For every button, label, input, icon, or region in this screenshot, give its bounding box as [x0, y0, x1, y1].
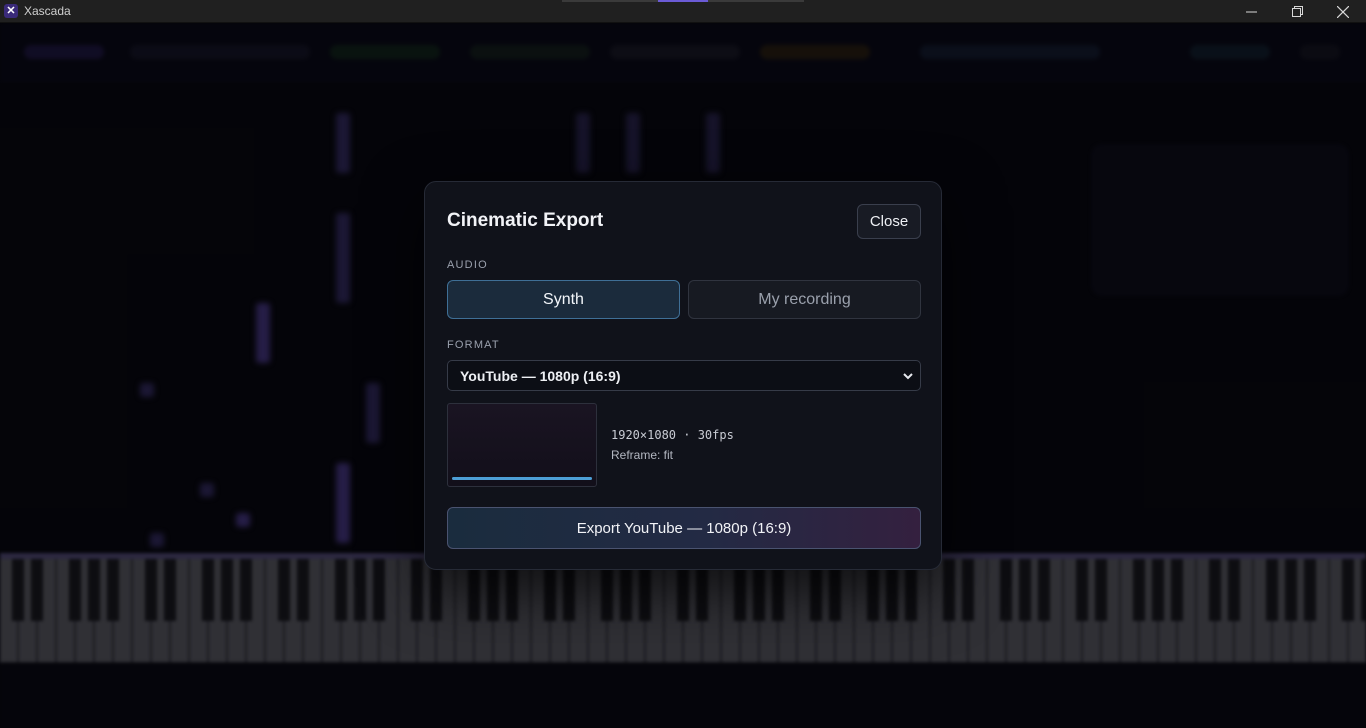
- window-controls: [1228, 0, 1366, 23]
- window-close-button[interactable]: [1320, 0, 1366, 23]
- format-select-value: YouTube — 1080p (16:9): [460, 367, 621, 384]
- close-icon: [1337, 5, 1349, 18]
- close-button[interactable]: Close: [857, 204, 921, 239]
- chevron-down-icon: [903, 373, 913, 380]
- export-preview-thumbnail: [447, 403, 597, 487]
- preview-progress-fill: [452, 477, 592, 480]
- export-reframe-mode: Reframe: fit: [611, 448, 674, 462]
- export-resolution-spec: 1920×1080 · 30fps: [611, 428, 734, 442]
- app-logo-icon: ✕: [4, 4, 18, 18]
- cinematic-export-dialog: Cinematic Export Close AUDIO Synth My re…: [424, 181, 942, 570]
- minimize-icon: [1245, 11, 1257, 13]
- format-section-label: FORMAT: [447, 339, 500, 351]
- audio-option-synth[interactable]: Synth: [447, 280, 680, 319]
- audio-option-my-recording[interactable]: My recording: [688, 280, 921, 319]
- window-titlebar: ✕ Xascada: [0, 0, 1366, 23]
- restore-icon: [1291, 6, 1303, 17]
- audio-section-label: AUDIO: [447, 259, 488, 271]
- preview-progress-bar: [452, 477, 592, 480]
- window-title: Xascada: [24, 4, 71, 18]
- dialog-title: Cinematic Export: [447, 210, 604, 231]
- export-button[interactable]: Export YouTube — 1080p (16:9): [447, 507, 921, 549]
- minimize-button[interactable]: [1228, 0, 1274, 23]
- restore-button[interactable]: [1274, 0, 1320, 23]
- titlebar-tab-indicator: [562, 0, 804, 2]
- format-select[interactable]: YouTube — 1080p (16:9): [447, 360, 921, 391]
